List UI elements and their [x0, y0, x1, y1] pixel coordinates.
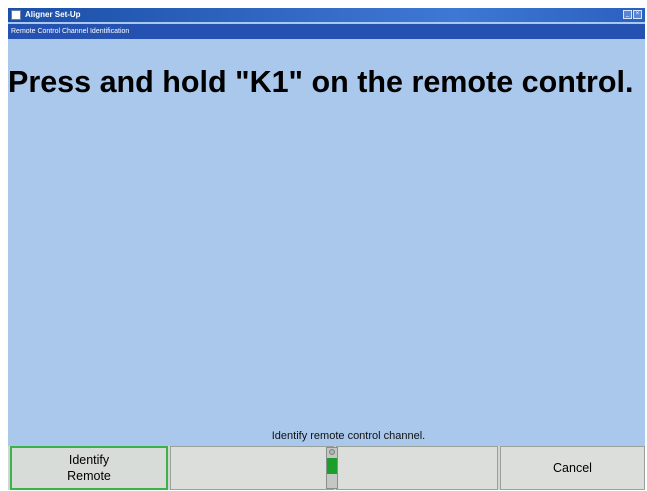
cancel-label: Cancel [553, 461, 592, 475]
screen-subtitle: Remote Control Channel Identification [11, 28, 130, 35]
indicator-cap-icon [329, 449, 335, 455]
window-title: Aligner Set-Up [25, 10, 81, 19]
screen-subtitle-bar: Remote Control Channel Identification [8, 24, 645, 39]
instruction-text: Press and hold "K1" on the remote contro… [8, 65, 634, 99]
softkey-3-button[interactable] [336, 446, 498, 490]
close-icon[interactable]: × [633, 10, 642, 19]
softkey-2-button[interactable] [170, 446, 334, 490]
identify-remote-button[interactable]: Identify Remote [10, 446, 168, 490]
signal-indicator [326, 447, 338, 489]
minimize-icon[interactable]: _ [623, 10, 632, 19]
status-message: Identify remote control channel. [271, 430, 426, 442]
indicator-fill [327, 458, 337, 474]
app-icon [11, 10, 21, 20]
cancel-button[interactable]: Cancel [500, 446, 645, 490]
title-bar[interactable]: Aligner Set-Up _ × [8, 8, 645, 22]
window-controls: _ × [623, 10, 642, 19]
aligner-window: Aligner Set-Up _ × Remote Control Channe… [8, 8, 645, 490]
identify-remote-label: Identify Remote [67, 453, 111, 483]
